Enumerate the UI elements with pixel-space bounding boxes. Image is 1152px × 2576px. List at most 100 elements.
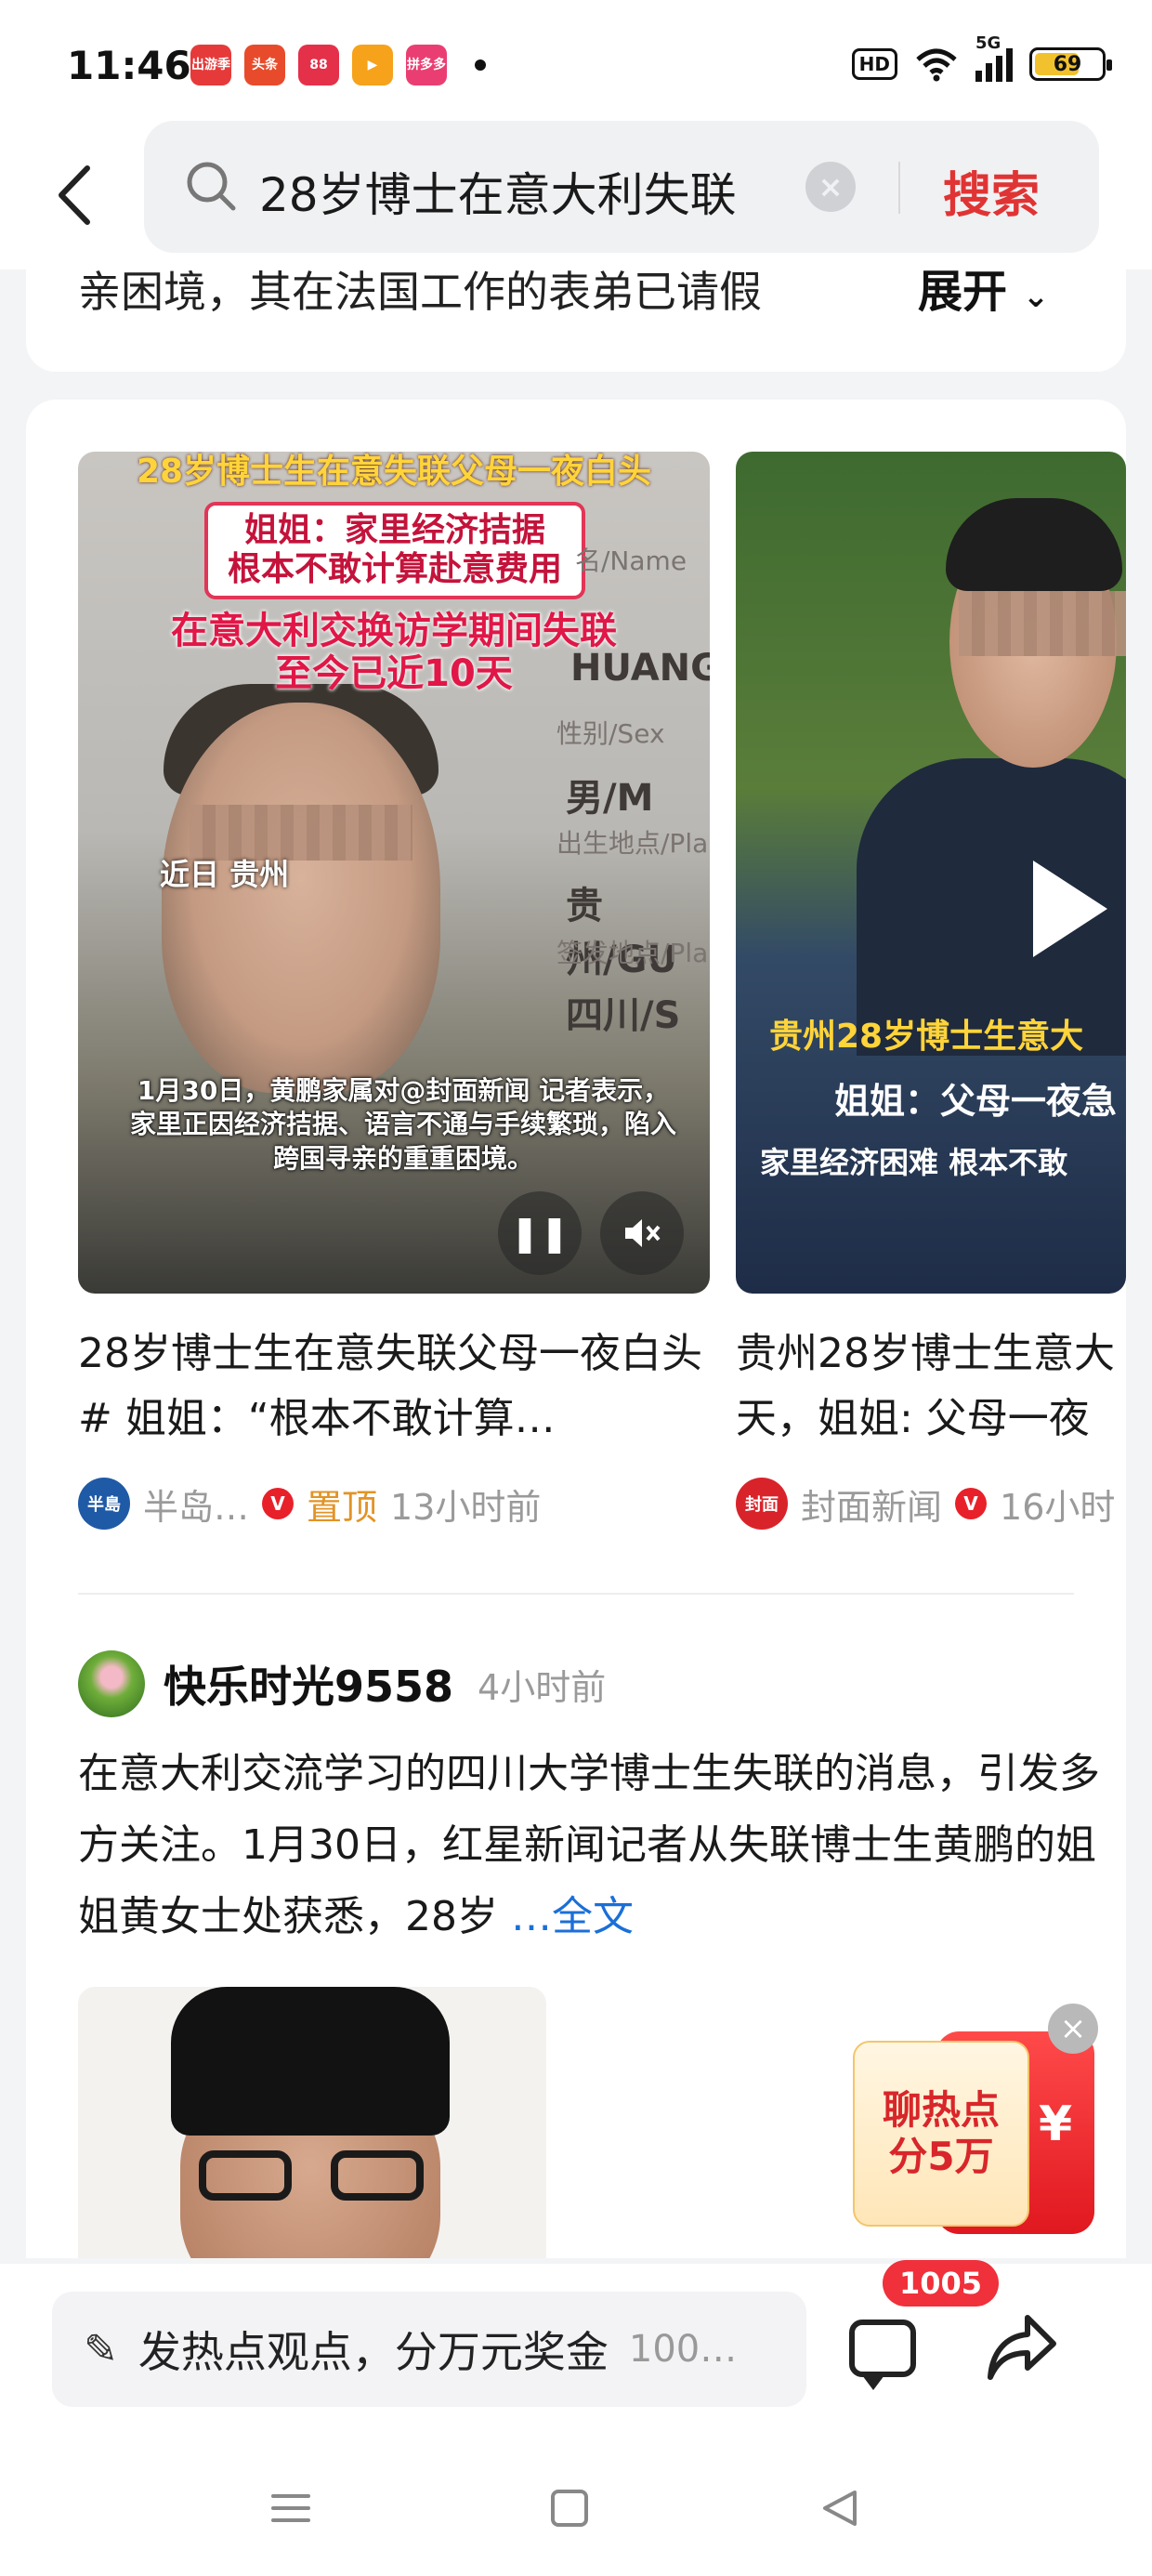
face-mosaic	[959, 591, 1126, 656]
id-name-value: HUANG	[570, 647, 710, 690]
app-icon-1: 出游季	[190, 45, 231, 85]
video-overlay-line-3: 家里经济困难 根本不敢	[760, 1145, 1068, 1180]
more-notifications-dot	[475, 59, 486, 71]
person-hair	[946, 498, 1122, 591]
pause-button[interactable]: ❚❚	[498, 1191, 582, 1275]
video-overlay-line-2: 姐姐：父母一夜急	[834, 1081, 1118, 1122]
system-icons: HD 5G 69	[851, 33, 1112, 82]
person-hair	[171, 1987, 450, 2136]
post-time: 4小时前	[478, 1666, 607, 1708]
search-query[interactable]: 28岁博士在意大利失联	[259, 158, 817, 225]
mute-button[interactable]	[600, 1191, 684, 1275]
expand-button[interactable]: 展开 ⌄	[918, 260, 1049, 320]
id-sex-value: 男/M	[566, 777, 654, 820]
glasses-left	[199, 2150, 292, 2201]
post-image[interactable]	[78, 1987, 546, 2258]
source-name[interactable]: 封面新闻	[801, 1479, 942, 1530]
video-player-1[interactable]: 28岁博士生在意失联父母一夜白头 姐姐：家里经济拮据 根本不敢计算赴意费用 在意…	[78, 452, 710, 1294]
glasses-right	[331, 2150, 424, 2201]
app-icon-4: ▶	[352, 45, 393, 85]
app-icon-3: 88	[298, 45, 339, 85]
sister-quote-line-2: 根本不敢计算赴意费用	[227, 550, 562, 589]
post-body[interactable]: 在意大利交流学习的四川大学博士生失联的消息，引发多方关注。1月30日，红星新闻记…	[78, 1738, 1100, 1952]
yen-icon: ¥	[1039, 2096, 1073, 2152]
close-promo-button[interactable]: ×	[1048, 2004, 1098, 2054]
video-caption: 1月30日，黄鹏家属对@封面新闻 记者表示，家里正因经济拮据、语言不通与手续繁琐…	[129, 1075, 676, 1174]
battery-icon: 69	[1029, 47, 1112, 81]
video-title-1[interactable]: 28岁博士生在意失联父母一夜白头# 姐姐：“根本不敢计算…	[78, 1321, 710, 1452]
comment-input[interactable]: ✎ 发热点观点，分万元奖金 100…	[52, 2292, 806, 2407]
share-icon[interactable]	[985, 2312, 1059, 2383]
expand-label: 展开	[918, 266, 1008, 318]
status-time: 11:46	[67, 43, 191, 88]
signal-icon: 5G	[975, 33, 1013, 82]
read-more-link[interactable]: …全文	[511, 1893, 634, 1940]
source-name[interactable]: 半岛…	[143, 1479, 249, 1530]
publish-time: 16小时	[1000, 1486, 1116, 1528]
search-divider	[898, 162, 900, 214]
result-card: 28岁博士生在意失联父母一夜白头 姐姐：家里经济拮据 根本不敢计算赴意费用 在意…	[26, 400, 1126, 2258]
chevron-left-icon	[59, 165, 90, 225]
video-title-2-line-1: 贵州28岁博士生意大	[736, 1330, 1115, 1377]
id-issue-value: 四川/S	[566, 994, 681, 1037]
network-type: 5G	[975, 33, 1001, 53]
post-header: 快乐时光9558 4小时前	[78, 1650, 606, 1717]
play-icon[interactable]	[1033, 861, 1107, 957]
person-face	[162, 703, 440, 1093]
pinned-label: 置顶	[307, 1486, 378, 1528]
promo-line-2: 分5万	[888, 2134, 994, 2179]
sister-quote-line-1: 姐姐：家里经济拮据	[243, 511, 545, 549]
id-sex-label: 性别/Sex	[556, 718, 665, 749]
mute-icon	[625, 1219, 661, 1247]
video-player-2[interactable]: 贵州28岁博士生意大 姐姐：父母一夜急 家里经济困难 根本不敢	[736, 452, 1126, 1294]
previous-result-text: 亲困境，其在法国工作的表弟已请假	[78, 267, 762, 317]
participant-count: 100…	[628, 2328, 738, 2371]
notification-icons: 出游季 头条 88 ▶ 拼多多	[190, 45, 486, 85]
video-title-2[interactable]: 贵州28岁博士生意大 天，姐姐: 父母一夜	[736, 1321, 1126, 1452]
id-name-label: 名/Name	[575, 545, 687, 576]
verified-icon: V	[955, 1488, 988, 1519]
promo-ticket: 聊热点 分5万	[853, 2041, 1029, 2227]
hd-icon: HD	[851, 48, 897, 80]
bandao-logo-icon: 半島	[78, 1478, 130, 1530]
previous-result-card: 亲困境，其在法国工作的表弟已请假 展开 ⌄	[26, 260, 1126, 372]
id-issue-label: 签发地点/Pla	[556, 938, 709, 968]
pen-icon: ✎	[84, 2325, 118, 2373]
clear-search-button[interactable]: ×	[805, 162, 856, 212]
video-location-tag: 近日 贵州	[160, 857, 290, 892]
comment-placeholder: 发热点观点，分万元奖金	[137, 2327, 609, 2377]
menu-icon[interactable]	[269, 2487, 312, 2530]
back-nav-icon[interactable]	[818, 2487, 860, 2530]
promo-line-1: 聊热点	[882, 2086, 1000, 2133]
video-meta-2: 封面 封面新闻 V 16小时	[736, 1478, 1115, 1530]
fengmian-logo-icon: 封面	[736, 1478, 788, 1530]
system-navigation-bar	[0, 2453, 1152, 2576]
back-button[interactable]	[46, 158, 102, 232]
video-overlay-title: 28岁博士生在意失联父母一夜白头	[136, 453, 652, 491]
video-overlay-line-1: 贵州28岁博士生意大	[769, 1018, 1084, 1056]
video-title-2-line-2: 天，姐姐: 父母一夜	[736, 1395, 1090, 1443]
avatar[interactable]	[78, 1650, 145, 1717]
pause-icon: ❚❚	[510, 1213, 569, 1254]
search-header: 28岁博士在意大利失联 × 搜索	[0, 121, 1152, 269]
hot-topic-promo[interactable]: 聊热点 分5万 ¥ ×	[853, 2004, 1098, 2234]
app-icon-2: 头条	[244, 45, 285, 85]
battery-level: 69	[1053, 52, 1082, 76]
chevron-down-icon: ⌄	[1022, 278, 1050, 315]
id-birth-label: 出生地点/Pla	[556, 828, 709, 859]
comment-count-badge: 1005	[883, 2260, 1000, 2307]
search-button[interactable]: 搜索	[943, 156, 1040, 226]
search-input[interactable]: 28岁博士在意大利失联 × 搜索	[144, 121, 1099, 253]
home-icon[interactable]	[548, 2487, 591, 2530]
search-icon	[187, 162, 236, 211]
post-author[interactable]: 快乐时光9558	[164, 1653, 453, 1715]
status-bar: 11:46 出游季 头条 88 ▶ 拼多多 HD 5G 69	[0, 0, 1152, 130]
divider	[78, 1593, 1074, 1595]
app-icon-5: 拼多多	[406, 45, 447, 85]
wifi-icon	[916, 48, 957, 82]
verified-icon: V	[262, 1488, 295, 1519]
comment-icon[interactable]	[849, 2320, 916, 2390]
sister-quote-box: 姐姐：家里经济拮据 根本不敢计算赴意费用	[204, 502, 585, 599]
video-meta-1: 半島 半岛… V 置顶 13小时前	[78, 1478, 541, 1530]
publish-time: 13小时前	[390, 1486, 542, 1528]
